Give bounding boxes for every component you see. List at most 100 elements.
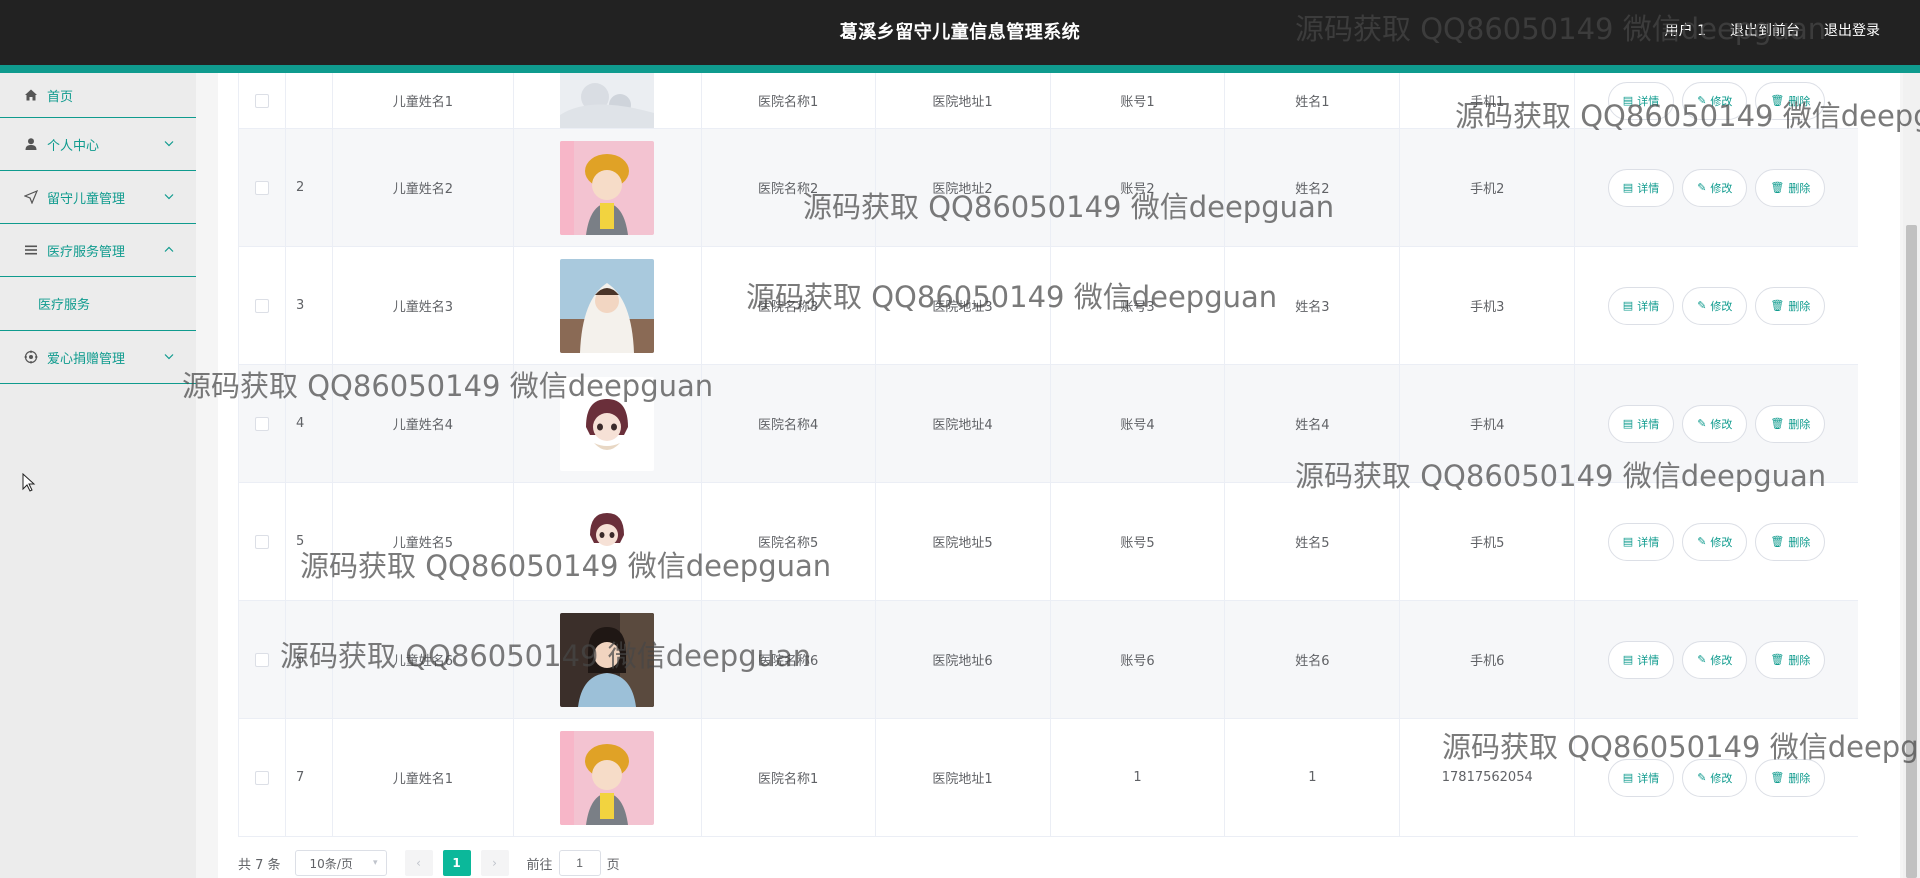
button-label: 详情: [1637, 535, 1660, 549]
table-panel: 儿童姓名1 医院名称1 医院地址1 账号1 姓名1 手机1 ▤ 详情 ✎ 修改 🗑 删…: [218, 73, 1900, 878]
edit-button[interactable]: ✎ 修改: [1682, 168, 1748, 207]
pencil-icon: ✎: [1697, 535, 1707, 548]
row-index: 4: [286, 365, 333, 482]
button-label: 删除: [1788, 181, 1811, 195]
next-page-button[interactable]: ›: [480, 850, 509, 876]
delete-button[interactable]: 🗑 删除: [1755, 286, 1826, 325]
row-checkbox[interactable]: [254, 770, 269, 785]
chevron-down-icon: [164, 192, 174, 203]
document-icon: ▤: [1622, 771, 1634, 784]
page-size-select[interactable]: 10条/页 ▾: [294, 850, 387, 876]
vertical-scrollbar[interactable]: [1903, 73, 1920, 878]
detail-button[interactable]: ▤ 详情: [1607, 286, 1675, 325]
sidebar-subitem-medical-service[interactable]: 医疗服务: [0, 277, 196, 331]
sidebar-item-medical-management[interactable]: 医疗服务管理: [0, 224, 196, 277]
sidebar-item-label: 留守儿童管理: [47, 191, 126, 207]
sidebar-item-label: 爱心捐赠管理: [47, 351, 126, 367]
row-index: 3: [286, 247, 333, 364]
sidebar-item-children-management[interactable]: 留守儿童管理: [0, 171, 196, 224]
account: 账号4: [1051, 365, 1226, 482]
goto-page-input[interactable]: [558, 850, 601, 876]
detail-button[interactable]: ▤ 详情: [1607, 168, 1675, 207]
child-photo: [560, 730, 655, 825]
trash-icon: 🗑: [1770, 653, 1785, 666]
account: 账号5: [1051, 483, 1226, 600]
table-row: 5 儿童姓名5 医院名称5 医院地址5 账号5 姓名5 手机5 ▤ 详情 ✎ 修改 …: [239, 483, 1858, 601]
back-to-front-link[interactable]: 退出到前台: [1730, 20, 1800, 40]
hospital-name: 医院名称1: [702, 73, 876, 128]
detail-button[interactable]: ▤ 详情: [1607, 640, 1675, 679]
logout-link[interactable]: 退出登录: [1824, 20, 1880, 40]
button-label: 修改: [1710, 535, 1733, 549]
document-icon: ▤: [1622, 94, 1634, 107]
sidebar-item-home[interactable]: 首页: [0, 73, 196, 118]
button-label: 删除: [1788, 94, 1811, 108]
main-content: 儿童姓名1 医院名称1 医院地址1 账号1 姓名1 手机1 ▤ 详情 ✎ 修改 🗑 删…: [196, 73, 1920, 878]
delete-button[interactable]: 🗑 删除: [1755, 168, 1826, 207]
delete-button[interactable]: 🗑 删除: [1755, 404, 1826, 443]
delete-button[interactable]: 🗑 删除: [1755, 522, 1826, 561]
button-label: 删除: [1788, 535, 1811, 549]
pagination: 共 7 条 10条/页 ▾ ‹ 1 › 前往 页: [238, 849, 620, 877]
document-icon: ▤: [1622, 535, 1634, 548]
row-checkbox[interactable]: [254, 534, 269, 549]
child-name: 儿童姓名3: [333, 247, 514, 364]
hospital-address: 医院地址6: [876, 601, 1051, 718]
trash-icon: 🗑: [1770, 535, 1785, 548]
edit-button[interactable]: ✎ 修改: [1682, 404, 1748, 443]
user-icon: [24, 137, 38, 151]
page-number-button[interactable]: 1: [442, 850, 471, 876]
data-table: 儿童姓名1 医院名称1 医院地址1 账号1 姓名1 手机1 ▤ 详情 ✎ 修改 🗑 删…: [238, 73, 1858, 837]
child-photo: [560, 140, 655, 235]
detail-button[interactable]: ▤ 详情: [1607, 522, 1675, 561]
mouse-cursor-icon: [22, 472, 36, 497]
sidebar-item-label: 个人中心: [47, 138, 100, 154]
hospital-name: 医院名称2: [702, 129, 876, 246]
sidebar-item-label: 医疗服务: [38, 298, 91, 313]
pencil-icon: ✎: [1697, 299, 1707, 312]
child-photo: [560, 376, 655, 471]
edit-button[interactable]: ✎ 修改: [1682, 81, 1748, 120]
edit-button[interactable]: ✎ 修改: [1682, 522, 1748, 561]
current-user-label: 用户 1: [1664, 23, 1706, 39]
hospital-name: 医院名称4: [702, 365, 876, 482]
delete-button[interactable]: 🗑 删除: [1755, 758, 1826, 797]
detail-button[interactable]: ▤ 详情: [1607, 81, 1675, 120]
account: 账号3: [1051, 247, 1226, 364]
pencil-icon: ✎: [1697, 653, 1707, 666]
account: 账号6: [1051, 601, 1226, 718]
button-label: 详情: [1637, 417, 1660, 431]
home-icon: [24, 88, 38, 102]
hospital-address: 医院地址4: [876, 365, 1051, 482]
document-icon: ▤: [1622, 181, 1634, 194]
table-row: 6 儿童姓名6 医院名称6 医院地址6 账号6 姓名6 手机6 ▤ 详情 ✎ 修改 …: [239, 601, 1858, 719]
trash-icon: 🗑: [1770, 94, 1785, 107]
edit-button[interactable]: ✎ 修改: [1682, 640, 1748, 679]
row-checkbox[interactable]: [254, 180, 269, 195]
edit-button[interactable]: ✎ 修改: [1682, 286, 1748, 325]
row-checkbox[interactable]: [254, 416, 269, 431]
detail-button[interactable]: ▤ 详情: [1607, 404, 1675, 443]
trash-icon: 🗑: [1770, 181, 1785, 194]
sidebar-item-donation-management[interactable]: 爱心捐赠管理: [0, 331, 196, 384]
button-label: 修改: [1710, 417, 1733, 431]
top-header: 葛溪乡留守儿童信息管理系统 用户 1 退出到前台 退出登录: [0, 0, 1920, 65]
detail-button[interactable]: ▤ 详情: [1607, 758, 1675, 797]
prev-page-button[interactable]: ‹: [404, 850, 433, 876]
target-icon: [24, 350, 38, 364]
document-icon: ▤: [1622, 417, 1634, 430]
scrollbar-thumb[interactable]: [1906, 225, 1917, 878]
delete-button[interactable]: 🗑 删除: [1755, 81, 1826, 120]
edit-button[interactable]: ✎ 修改: [1682, 758, 1748, 797]
row-checkbox[interactable]: [254, 652, 269, 667]
total-count: 共 7 条: [238, 857, 281, 873]
hospital-address: 医院地址2: [876, 129, 1051, 246]
delete-button[interactable]: 🗑 删除: [1755, 640, 1826, 679]
sidebar-item-personal-center[interactable]: 个人中心: [0, 118, 196, 171]
table-row: 7 儿童姓名1 医院名称1 医院地址1 1 1 17817562054 ▤ 详情 …: [239, 719, 1858, 837]
child-photo: [560, 494, 655, 589]
chevron-down-icon: [164, 352, 174, 363]
row-checkbox[interactable]: [254, 298, 269, 313]
row-checkbox[interactable]: [254, 93, 269, 108]
child-name: 儿童姓名2: [333, 129, 514, 246]
